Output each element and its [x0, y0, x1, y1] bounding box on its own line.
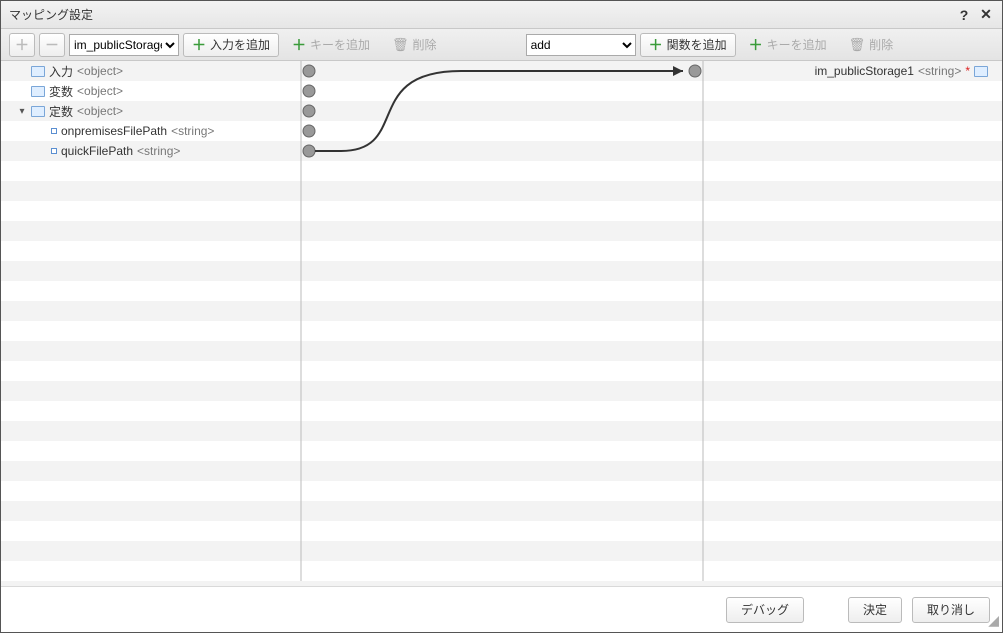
tree-item-type: <object> [77, 84, 123, 98]
add-key-button-left[interactable]: ＋キーを追加 [283, 33, 379, 57]
function-select[interactable]: add [526, 34, 636, 56]
source-tree: 入力 <object>変数 <object>▾定数 <object>onprem… [17, 61, 287, 161]
folder-icon [31, 86, 45, 97]
expand-all-button[interactable]: ＋ [9, 33, 35, 57]
plus-icon: ＋ [749, 35, 763, 55]
tree-item-type: <string> [137, 144, 180, 158]
source-select[interactable]: im_publicStorage [69, 34, 179, 56]
tree-item-type: <object> [77, 104, 123, 118]
trash-icon: 🗑 [849, 37, 866, 53]
ok-button[interactable]: 決定 [848, 597, 902, 623]
mapping-dialog: マッピング設定 ? ✕ ＋ － im_publicStorage ＋入力を追加 … [0, 0, 1003, 633]
tree-item-type: <string> [171, 124, 214, 138]
tree-item[interactable]: ▾ 定数 <object> [17, 101, 287, 121]
dialog-title: マッピング設定 [9, 6, 950, 23]
debug-button[interactable]: デバッグ [726, 597, 804, 623]
cancel-button[interactable]: 取り消し [912, 597, 990, 623]
tree-item-label: 定数 [49, 103, 73, 120]
tree-item-type: <object> [77, 64, 123, 78]
tree-item[interactable]: 変数 <object> [17, 81, 287, 101]
minus-icon: － [45, 35, 59, 55]
delete-button-right[interactable]: 🗑削除 [840, 33, 903, 57]
toggle-icon[interactable]: ▾ [17, 106, 27, 117]
folder-icon [974, 66, 988, 77]
add-function-button[interactable]: ＋関数を追加 [640, 33, 736, 57]
tree-item-label: 変数 [49, 83, 73, 100]
plus-icon: ＋ [192, 35, 206, 55]
add-input-button[interactable]: ＋入力を追加 [183, 33, 279, 57]
footer: デバッグ 決定 取り消し ◢ [1, 586, 1002, 632]
tree-item[interactable]: 入力 <object> [17, 61, 287, 81]
output-label: im_publicStorage1 [815, 64, 914, 78]
collapse-all-button[interactable]: － [39, 33, 65, 57]
field-icon [51, 128, 57, 134]
folder-icon [31, 66, 45, 77]
output-item[interactable]: im_publicStorage1 <string> * [815, 61, 988, 81]
close-icon[interactable]: ✕ [978, 6, 994, 23]
plus-icon: ＋ [649, 35, 663, 55]
plus-icon: ＋ [292, 35, 306, 55]
tree-item[interactable]: onpremisesFilePath <string> [17, 121, 287, 141]
tree-item-label: onpremisesFilePath [61, 124, 167, 138]
folder-icon [31, 106, 45, 117]
output-type: <string> [918, 64, 961, 78]
delete-button-left[interactable]: 🗑削除 [383, 33, 446, 57]
mapping-canvas: 入力 <object>変数 <object>▾定数 <object>onprem… [1, 61, 1002, 586]
trash-icon: 🗑 [392, 37, 409, 53]
tree-item-label: 入力 [49, 63, 73, 80]
add-key-button-right[interactable]: ＋キーを追加 [740, 33, 836, 57]
required-icon: * [965, 64, 970, 78]
tree-item-label: quickFilePath [61, 144, 133, 158]
toolbar: ＋ － im_publicStorage ＋入力を追加 ＋キーを追加 🗑削除 a… [1, 29, 1002, 61]
plus-icon: ＋ [15, 35, 29, 55]
field-icon [51, 148, 57, 154]
help-icon[interactable]: ? [956, 7, 972, 23]
titlebar: マッピング設定 ? ✕ [1, 1, 1002, 29]
tree-item[interactable]: quickFilePath <string> [17, 141, 287, 161]
